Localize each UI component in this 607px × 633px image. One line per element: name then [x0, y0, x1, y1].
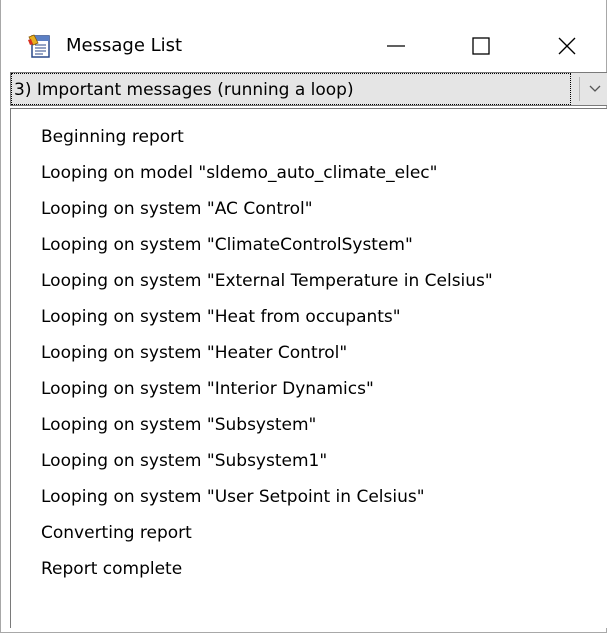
close-button[interactable]	[546, 28, 588, 64]
window-title: Message List	[66, 35, 183, 56]
title-bar[interactable]: Message List	[1, 0, 606, 70]
list-item[interactable]: Report complete	[41, 555, 182, 584]
message-list-app-icon	[28, 34, 50, 58]
close-icon	[558, 37, 576, 55]
maximize-button[interactable]	[460, 28, 502, 64]
message-filter-dropdown[interactable]: 3) Important messages (running a loop)	[10, 72, 607, 106]
list-item[interactable]: Looping on system "User Setpoint in Cels…	[41, 483, 425, 512]
maximize-icon	[472, 37, 490, 55]
chevron-down-icon[interactable]	[585, 79, 605, 99]
list-item[interactable]: Looping on system "Subsystem1"	[41, 447, 327, 476]
list-item[interactable]: Looping on model "sldemo_auto_climate_el…	[41, 159, 437, 188]
dropdown-separator	[579, 77, 580, 101]
message-list-window: Message List 3) Important messages (runn…	[0, 0, 607, 633]
list-item[interactable]: Looping on system "ClimateControlSystem"	[41, 231, 413, 260]
minimize-icon	[387, 45, 405, 47]
dropdown-focus-area: 3) Important messages (running a loop)	[11, 73, 571, 105]
list-item[interactable]: Looping on system "AC Control"	[41, 195, 313, 224]
minimize-button[interactable]	[375, 28, 417, 64]
list-item[interactable]: Looping on system "External Temperature …	[41, 267, 493, 296]
list-item[interactable]: Looping on system "Interior Dynamics"	[41, 375, 374, 404]
dropdown-selected-value: 3) Important messages (running a loop)	[14, 80, 354, 100]
list-item[interactable]: Looping on system "Heater Control"	[41, 339, 347, 368]
list-item[interactable]: Looping on system "Subsystem"	[41, 411, 316, 440]
list-item[interactable]: Converting report	[41, 519, 192, 548]
list-item[interactable]: Looping on system "Heat from occupants"	[41, 303, 401, 332]
message-list[interactable]: Beginning report Looping on model "sldem…	[10, 108, 607, 628]
list-item[interactable]: Beginning report	[41, 123, 184, 152]
